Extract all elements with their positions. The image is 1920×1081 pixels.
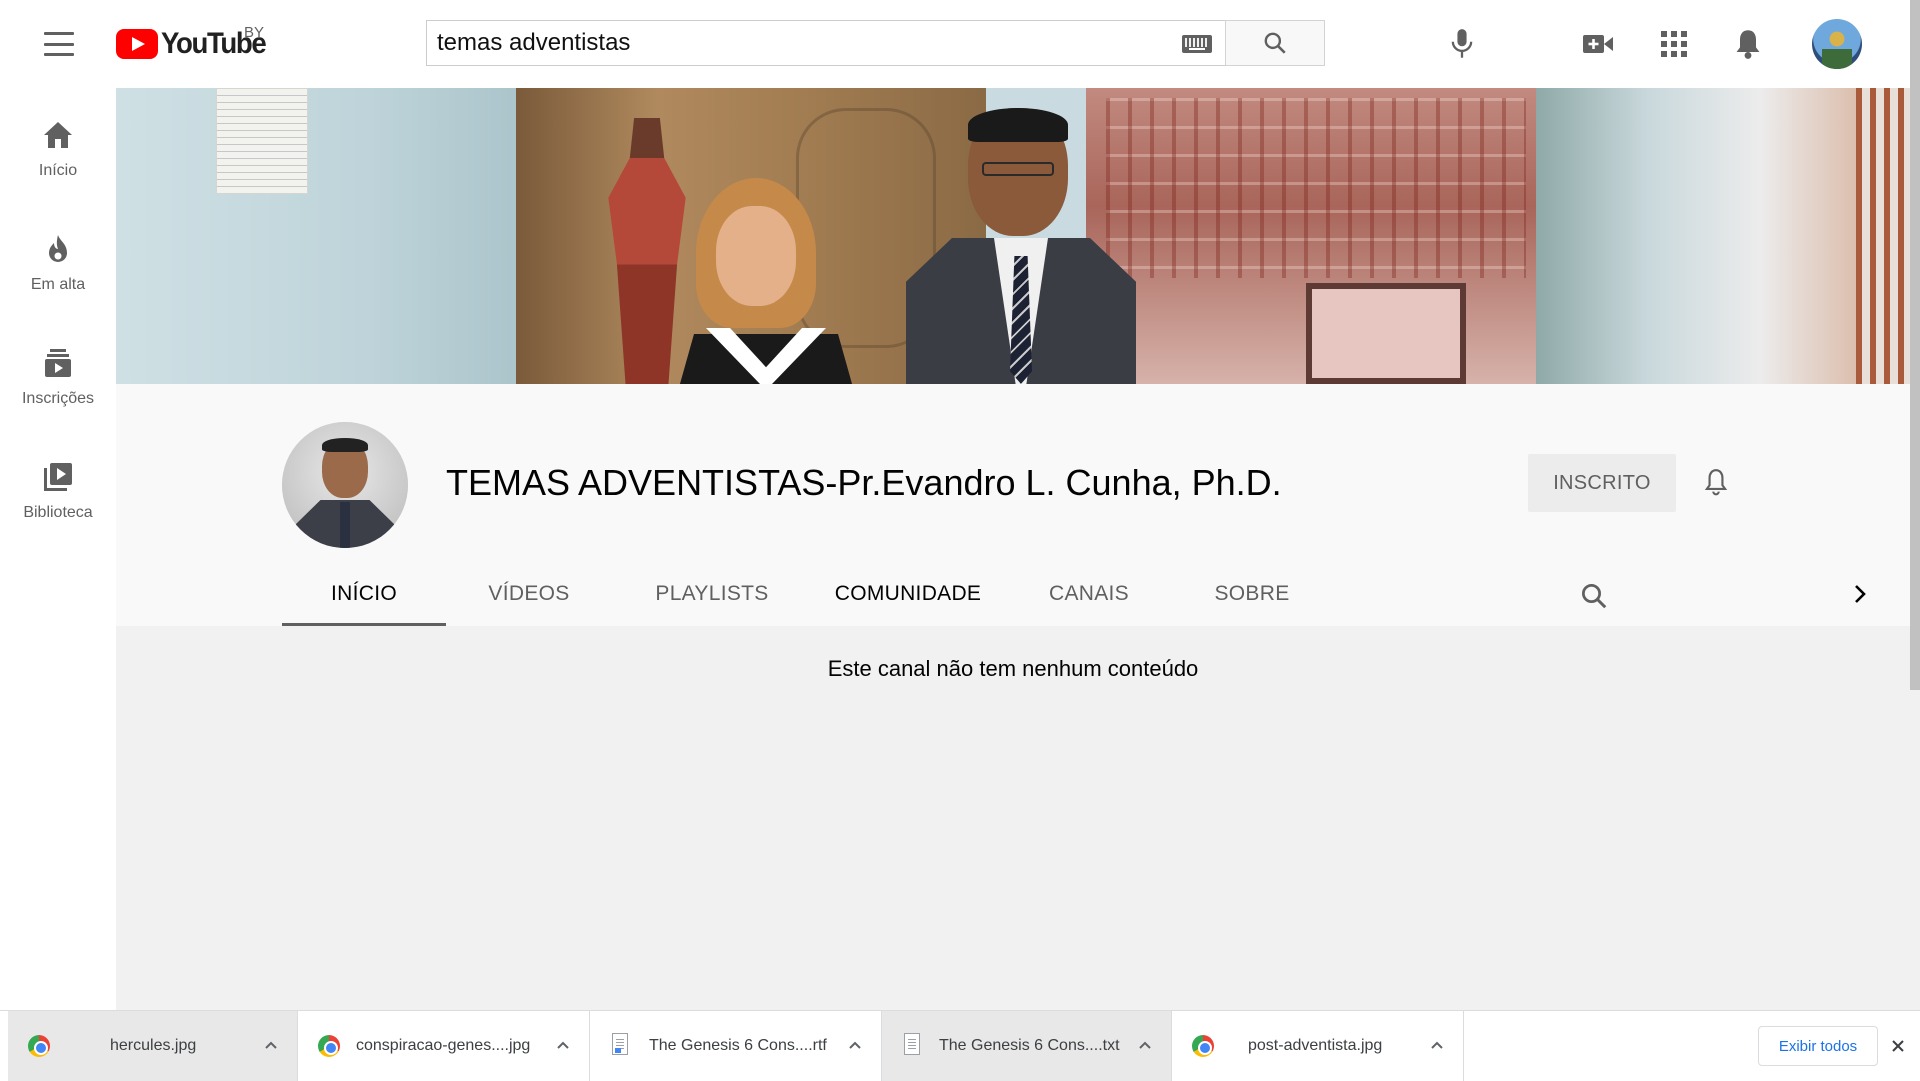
sidebar-item-inicio[interactable]: Início: [0, 88, 116, 188]
download-item[interactable]: The Genesis 6 Cons....txt: [882, 1011, 1172, 1081]
channel-tabs: INÍCIO VÍDEOS PLAYLISTS COMUNIDADE CANAI…: [282, 562, 1882, 626]
chevron-up-icon[interactable]: [259, 1033, 283, 1057]
account-avatar[interactable]: [1812, 19, 1862, 69]
sidebar-item-label: Início: [38, 162, 78, 179]
notifications-bell-icon[interactable]: [1728, 24, 1768, 64]
sidebar-item-label: Em alta: [30, 276, 86, 293]
subscribed-button[interactable]: INSCRITO: [1528, 454, 1676, 512]
chrome-icon: [318, 1035, 340, 1057]
download-item[interactable]: conspiracao-genes....jpg: [298, 1011, 590, 1081]
channel-header: TEMAS ADVENTISTAS-Pr.Evandro L. Cunha, P…: [116, 384, 1910, 626]
country-code: BY: [244, 24, 265, 41]
sidebar-item-em-alta[interactable]: Em alta: [0, 202, 116, 302]
show-all-downloads-button[interactable]: Exibir todos: [1758, 1026, 1878, 1066]
library-icon: [41, 460, 75, 494]
sidebar: Início Em alta Inscrições Biblioteca: [0, 88, 116, 1010]
search-icon: [1264, 32, 1286, 54]
download-filename: The Genesis 6 Cons....txt: [939, 1037, 1120, 1054]
menu-icon[interactable]: [44, 32, 74, 56]
search-button[interactable]: [1225, 20, 1325, 66]
channel-avatar[interactable]: [282, 422, 408, 548]
youtube-logo[interactable]: YouTube BY: [116, 24, 274, 60]
top-bar: YouTube BY: [0, 0, 1910, 88]
empty-channel-message: Este canal não tem nenhum conteúdo: [827, 656, 1199, 681]
download-item[interactable]: post-adventista.jpg: [1172, 1011, 1464, 1081]
chrome-icon: [1192, 1035, 1214, 1057]
youtube-play-icon: [116, 29, 158, 59]
chevron-right-icon[interactable]: [1840, 574, 1880, 614]
sidebar-item-label: Biblioteca: [23, 504, 93, 521]
tab-inicio[interactable]: INÍCIO: [282, 562, 446, 626]
channel-banner: [116, 88, 1910, 384]
tab-sobre[interactable]: SOBRE: [1174, 562, 1330, 626]
document-icon: [612, 1033, 628, 1055]
search-input[interactable]: [427, 21, 1225, 65]
download-item[interactable]: The Genesis 6 Cons....rtf: [590, 1011, 882, 1081]
chrome-icon: [28, 1035, 50, 1057]
subscriptions-icon: [41, 346, 75, 380]
tab-canais[interactable]: CANAIS: [1004, 562, 1174, 626]
keyboard-icon[interactable]: [1182, 35, 1212, 53]
chevron-up-icon[interactable]: [1133, 1033, 1157, 1057]
sidebar-item-biblioteca[interactable]: Biblioteca: [0, 430, 116, 530]
apps-grid-icon[interactable]: [1654, 24, 1694, 64]
sidebar-item-inscricoes[interactable]: Inscrições: [0, 316, 116, 416]
tab-playlists[interactable]: PLAYLISTS: [612, 562, 812, 626]
tab-comunidade[interactable]: COMUNIDADE: [812, 562, 1004, 626]
flame-icon: [41, 232, 75, 266]
chevron-up-icon[interactable]: [551, 1033, 575, 1057]
sidebar-item-label: Inscrições: [21, 390, 95, 407]
search-box: [426, 20, 1325, 66]
chevron-up-icon[interactable]: [1425, 1033, 1449, 1057]
microphone-icon[interactable]: [1442, 24, 1482, 64]
channel-content: Este canal não tem nenhum conteúdo: [116, 626, 1910, 1010]
tab-videos[interactable]: VÍDEOS: [446, 562, 612, 626]
chevron-up-icon[interactable]: [843, 1033, 867, 1057]
download-shelf: hercules.jpg conspiracao-genes....jpg Th…: [0, 1010, 1920, 1081]
channel-search-icon[interactable]: [1574, 576, 1614, 616]
download-item[interactable]: hercules.jpg: [8, 1011, 298, 1081]
notification-bell-icon[interactable]: [1696, 462, 1736, 502]
channel-title: TEMAS ADVENTISTAS-Pr.Evandro L. Cunha, P…: [446, 462, 1282, 503]
home-icon: [41, 118, 75, 152]
document-icon: [904, 1033, 920, 1055]
create-video-icon[interactable]: [1578, 24, 1618, 64]
scrollbar-thumb[interactable]: [1910, 0, 1920, 690]
download-filename: post-adventista.jpg: [1248, 1037, 1383, 1054]
download-filename: The Genesis 6 Cons....rtf: [649, 1037, 827, 1054]
download-filename: hercules.jpg: [110, 1037, 197, 1054]
close-icon[interactable]: [1888, 1036, 1908, 1056]
download-filename: conspiracao-genes....jpg: [356, 1037, 531, 1054]
